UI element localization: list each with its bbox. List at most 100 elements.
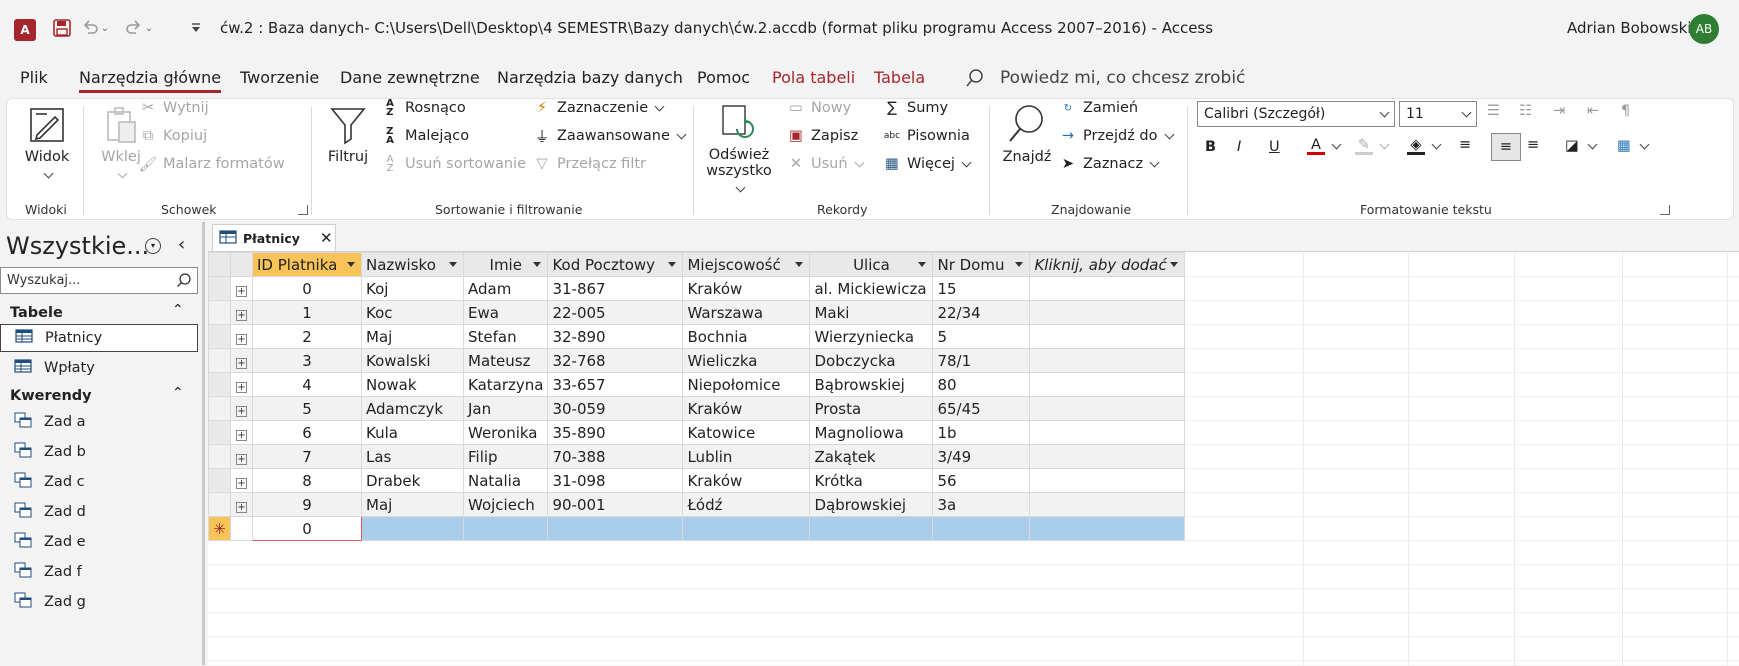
underline-button[interactable]: U bbox=[1269, 139, 1280, 155]
table-cell[interactable]: Katarzyna bbox=[462, 372, 549, 397]
column-header-add-field[interactable]: Kliknij, aby dodać bbox=[1029, 252, 1186, 277]
table-cell[interactable]: Wierzyniecka bbox=[809, 324, 934, 349]
highlight-button[interactable]: ✎ bbox=[1355, 137, 1390, 155]
sort-descending-button[interactable]: Z A Malejąco bbox=[381, 127, 469, 146]
record-selector[interactable] bbox=[208, 372, 231, 397]
expand-subdatasheet-button[interactable]: + bbox=[230, 348, 253, 373]
filter-button[interactable]: Filtruj bbox=[323, 105, 373, 165]
table-cell[interactable]: 32-768 bbox=[547, 348, 684, 373]
expand-subdatasheet-button[interactable]: + bbox=[230, 420, 253, 445]
tab-tworzenie[interactable]: Tworzenie bbox=[240, 68, 319, 87]
record-selector[interactable] bbox=[208, 468, 231, 493]
record-selector[interactable] bbox=[208, 396, 231, 421]
table-cell[interactable]: 90-001 bbox=[547, 492, 684, 517]
table-cell[interactable]: 9 bbox=[252, 492, 362, 517]
table-cell[interactable]: 5 bbox=[932, 324, 1031, 349]
table-cell[interactable]: Kraków bbox=[682, 276, 811, 301]
nav-item-zad-a[interactable]: Zad a bbox=[0, 408, 198, 436]
record-selector[interactable] bbox=[208, 276, 231, 301]
nav-title[interactable]: Wszystkie... bbox=[6, 232, 149, 260]
select-button[interactable]: ➤ Zaznacz bbox=[1059, 155, 1160, 173]
table-cell[interactable]: Kraków bbox=[682, 468, 811, 493]
table-cell[interactable]: Maki bbox=[809, 300, 934, 325]
search-icon[interactable] bbox=[965, 68, 985, 88]
align-right-icon[interactable]: ≡ bbox=[1527, 137, 1539, 153]
column-header-imie[interactable]: Imie bbox=[462, 252, 549, 277]
nav-menu-icon[interactable]: ▾ bbox=[145, 238, 161, 254]
table-cell[interactable]: Las bbox=[361, 444, 464, 469]
record-selector[interactable] bbox=[208, 300, 231, 325]
nav-section-kwerendy[interactable]: Kwerendy bbox=[10, 388, 92, 404]
expand-subdatasheet-button[interactable]: + bbox=[230, 276, 253, 301]
select-all-corner[interactable] bbox=[208, 252, 231, 277]
spelling-button[interactable]: abc Pisownia bbox=[883, 127, 970, 145]
record-selector[interactable] bbox=[208, 420, 231, 445]
remove-sort-button[interactable]: A Z Usuń sortowanie bbox=[381, 155, 526, 174]
table-cell[interactable]: Stefan bbox=[462, 324, 549, 349]
clipboard-launcher-icon[interactable] bbox=[298, 205, 308, 215]
redo-dropdown-icon[interactable]: ⌄ bbox=[142, 16, 156, 40]
numbering-icon[interactable]: ☷ bbox=[1519, 103, 1532, 119]
column-header-nazwisko[interactable]: Nazwisko bbox=[361, 252, 464, 277]
align-center-icon[interactable]: ≡ bbox=[1491, 133, 1521, 161]
new-record-id-cell[interactable]: 0 bbox=[252, 516, 362, 541]
view-button[interactable]: Widok bbox=[19, 105, 75, 181]
bullets-icon[interactable]: ☰ bbox=[1487, 103, 1500, 119]
table-cell[interactable]: Maj bbox=[361, 324, 464, 349]
fill-color-button[interactable]: ◈ bbox=[1407, 137, 1442, 155]
table-cell[interactable]: Dobczycka bbox=[809, 348, 934, 373]
table-cell[interactable]: 78/1 bbox=[932, 348, 1031, 373]
table-cell[interactable]: Prosta bbox=[809, 396, 934, 421]
table-cell[interactable]: Nowak bbox=[361, 372, 464, 397]
expand-subdatasheet-button[interactable]: + bbox=[230, 396, 253, 421]
table-cell[interactable]: Maj bbox=[361, 492, 464, 517]
nav-search-icon[interactable] bbox=[176, 272, 192, 292]
record-selector[interactable] bbox=[208, 348, 231, 373]
tab-plik[interactable]: Plik bbox=[20, 68, 48, 87]
close-icon[interactable]: ✕ bbox=[320, 229, 333, 247]
table-cell[interactable]: Adamczyk bbox=[361, 396, 464, 421]
new-record-button[interactable]: ▭ Nowy bbox=[787, 99, 851, 117]
table-cell[interactable]: 2 bbox=[252, 324, 362, 349]
table-cell[interactable]: 22/34 bbox=[932, 300, 1031, 325]
table-cell[interactable]: 56 bbox=[932, 468, 1031, 493]
table-cell[interactable]: 65/45 bbox=[932, 396, 1031, 421]
nav-section-tabele[interactable]: Tabele bbox=[10, 305, 63, 321]
nav-item-zad-c[interactable]: Zad c bbox=[0, 468, 198, 496]
table-cell[interactable]: 3a bbox=[932, 492, 1031, 517]
table-cell[interactable]: 5 bbox=[252, 396, 362, 421]
table-cell[interactable]: Mateusz bbox=[462, 348, 549, 373]
table-cell[interactable]: 7 bbox=[252, 444, 362, 469]
font-color-button[interactable]: A bbox=[1307, 137, 1342, 155]
table-row[interactable]: +6 Kula Weronika 35-890 Katowice Magnoliowa 1b bbox=[208, 420, 1186, 445]
tab-dane-zewnetrzne[interactable]: Dane zewnętrzne bbox=[340, 68, 480, 87]
record-selector[interactable] bbox=[208, 324, 231, 349]
nav-item-platnicy[interactable]: Płatnicy bbox=[0, 324, 198, 352]
table-cell[interactable]: al. Mickiewicza bbox=[809, 276, 934, 301]
user-name[interactable]: Adrian Bobowski bbox=[1567, 19, 1691, 37]
nav-item-zad-d[interactable]: Zad d bbox=[0, 498, 198, 526]
table-cell[interactable]: Kraków bbox=[682, 396, 811, 421]
column-header-kod-pocztowy[interactable]: Kod Pocztowy bbox=[547, 252, 684, 277]
pilcrow-icon[interactable]: ¶ bbox=[1621, 103, 1630, 119]
table-cell[interactable]: 0 bbox=[252, 276, 362, 301]
tab-tabela[interactable]: Tabela bbox=[874, 68, 925, 87]
replace-button[interactable]: ↻ Zamień bbox=[1059, 99, 1138, 117]
table-row[interactable]: +8 Drabek Natalia 31-098 Kraków Krótka 56 bbox=[208, 468, 1186, 493]
table-cell[interactable]: Niepołomice bbox=[682, 372, 811, 397]
decrease-indent-icon[interactable]: ⇤ bbox=[1587, 103, 1599, 119]
table-cell[interactable]: 6 bbox=[252, 420, 362, 445]
table-cell[interactable]: Ewa bbox=[462, 300, 549, 325]
table-cell[interactable]: Drabek bbox=[361, 468, 464, 493]
table-cell[interactable]: 32-890 bbox=[547, 324, 684, 349]
new-record-row[interactable]: ✳ 0 bbox=[208, 516, 1186, 541]
table-cell[interactable]: 3 bbox=[252, 348, 362, 373]
table-cell[interactable]: 22-005 bbox=[547, 300, 684, 325]
collapse-tables-icon[interactable]: ⌃ bbox=[172, 302, 184, 318]
table-cell[interactable]: Koc bbox=[361, 300, 464, 325]
table-cell[interactable]: Jan bbox=[462, 396, 549, 421]
table-cell[interactable]: Dąbrowskiej bbox=[809, 492, 934, 517]
table-cell[interactable]: Koj bbox=[361, 276, 464, 301]
table-cell[interactable]: 1 bbox=[252, 300, 362, 325]
column-header-ulica[interactable]: Ulica bbox=[809, 252, 934, 277]
